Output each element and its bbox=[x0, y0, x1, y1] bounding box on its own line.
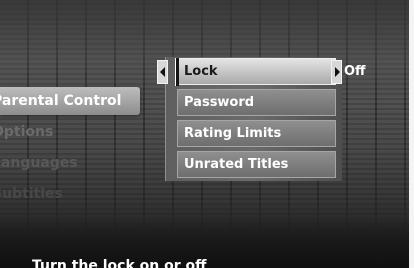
right-arrow-icon[interactable] bbox=[331, 60, 342, 84]
menu-item-label: Languages bbox=[0, 155, 78, 171]
menu-item-subtitles[interactable]: Subtitles bbox=[0, 180, 140, 208]
submenu-item-unrated-titles[interactable]: Unrated Titles bbox=[177, 151, 336, 178]
dvd-menu-screen: Parental Control Options Languages Subti… bbox=[0, 0, 414, 268]
submenu-item-label: Lock bbox=[184, 64, 218, 79]
menu-item-label: Subtitles bbox=[0, 186, 63, 202]
left-arrow-icon[interactable] bbox=[157, 60, 168, 84]
menu-item-parental-control[interactable]: Parental Control bbox=[0, 87, 140, 115]
submenu-item-label: Unrated Titles bbox=[184, 157, 289, 172]
submenu-item-label: Rating Limits bbox=[184, 126, 282, 141]
menu-item-label: Options bbox=[0, 124, 54, 140]
screen-frame-edge bbox=[409, 0, 414, 268]
selection-cursor bbox=[175, 58, 179, 86]
help-text: Turn the lock on or off bbox=[32, 258, 207, 268]
menu-item-label: Parental Control bbox=[0, 93, 122, 109]
lock-setting-value: Off bbox=[344, 64, 366, 79]
submenu-item-rating-limits[interactable]: Rating Limits bbox=[177, 120, 336, 147]
submenu-item-password[interactable]: Password bbox=[177, 89, 336, 116]
menu-item-languages[interactable]: Languages bbox=[0, 149, 140, 177]
submenu-item-lock[interactable]: Lock bbox=[177, 58, 336, 85]
menu-item-options[interactable]: Options bbox=[0, 118, 140, 146]
submenu-item-label: Password bbox=[184, 95, 255, 110]
